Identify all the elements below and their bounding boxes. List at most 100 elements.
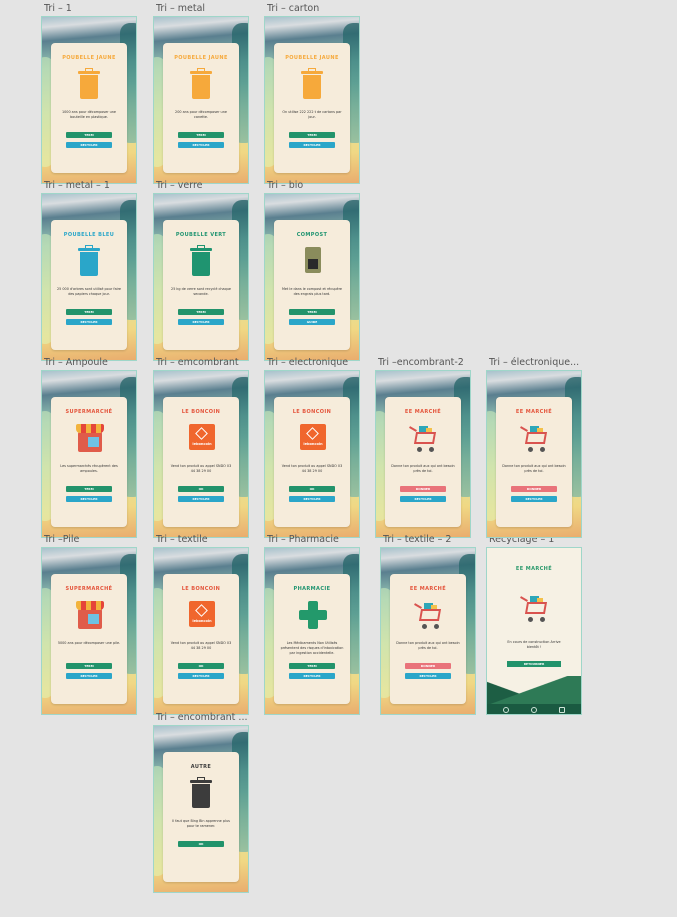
card-message: Vend ton produit ou appel SNDO 03 44 38 … xyxy=(281,464,343,474)
primary-button[interactable]: TERM xyxy=(289,132,335,138)
phone-screen: EE MARCHÉ Donne ton produit aux qui ont … xyxy=(380,547,476,715)
bottom-nav xyxy=(487,704,581,714)
board-title: Tri –Pile xyxy=(44,534,80,545)
primary-button[interactable]: TERM xyxy=(178,132,224,138)
card-message: 25 kg de verre sont recyclé chaque secon… xyxy=(171,287,231,297)
phone-screen: POUBELLE JAUNE On utilise 222 222 t de c… xyxy=(264,16,360,184)
recycle-button[interactable]: RECYCLER xyxy=(66,319,112,325)
info-card: POUBELLE BLEU 25 000 d'arbres sont utili… xyxy=(51,220,127,350)
board-title: Tri – metal xyxy=(156,3,206,14)
info-card: POUBELLE VERT 25 kg de verre sont recycl… xyxy=(163,220,239,350)
card-message: 200 ans pour décomposer une canette. xyxy=(175,110,227,120)
primary-button[interactable]: TERM xyxy=(66,486,112,492)
info-card: LE BONCOIN leboncoin Vend ton produit ou… xyxy=(163,397,239,527)
info-card: POUBELLE JAUNE 1000 ans pour décomposer … xyxy=(51,43,127,173)
primary-button[interactable]: TERM xyxy=(178,309,224,315)
primary-button[interactable]: TERM xyxy=(66,132,112,138)
phone-screen: EE MARCHÉ En cours de construction Arriv… xyxy=(486,547,582,715)
primary-button[interactable]: TERM xyxy=(289,309,335,315)
card-message: Il faut que Bing Bin apprenne plus pour … xyxy=(172,819,230,829)
recycle-button[interactable]: GUIDE xyxy=(289,319,335,325)
card-title: EE MARCHÉ xyxy=(404,409,442,415)
info-card: LE BONCOIN leboncoin Vend ton produit ou… xyxy=(274,397,350,527)
card-title: AUTRE xyxy=(190,764,212,770)
card-message: 25 000 d'arbres sont utilisé pour faire … xyxy=(57,287,121,297)
return-button[interactable]: RETOURNER xyxy=(507,661,561,667)
recycle-button[interactable]: RECYCLER xyxy=(178,496,224,502)
phone-screen: PHARMACIE Les Médicaments Non Utilisés p… xyxy=(264,547,360,715)
card-title: PHARMACIE xyxy=(293,586,331,592)
card-title: LE BONCOIN xyxy=(181,409,221,415)
recycle-button[interactable]: RECYCLER xyxy=(178,142,224,148)
card-message: Vend ton produit ou appel SNDO 03 44 38 … xyxy=(170,641,232,651)
board-title: Tri – metal – 1 xyxy=(44,180,110,191)
phone-screen: LE BONCOIN leboncoin Vend ton produit ou… xyxy=(153,370,249,538)
info-card: AUTRE Il faut que Bing Bin apprenne plus… xyxy=(163,752,239,882)
recycle-button[interactable]: RECYCLER xyxy=(400,496,446,502)
card-message: Vend ton produit ou appel SNDO 03 44 38 … xyxy=(170,464,232,474)
card-title: COMPOST xyxy=(296,232,328,238)
compost-bin-icon xyxy=(297,245,327,277)
info-card: COMPOST Met le dans le compost et récupè… xyxy=(274,220,350,350)
card-title: POUBELLE JAUNE xyxy=(285,55,339,61)
cart-icon xyxy=(408,422,438,454)
green-bin-icon xyxy=(186,245,216,277)
yellow-bin-icon xyxy=(74,68,104,100)
recycle-button[interactable]: RECYCLER xyxy=(511,496,557,502)
phone-screen: POUBELLE JAUNE 1000 ans pour décomposer … xyxy=(41,16,137,184)
board-title: Tri –encombrant-2 xyxy=(378,357,464,368)
recycle-button[interactable]: RECYCLER xyxy=(178,319,224,325)
store-icon xyxy=(74,599,104,631)
info-card: POUBELLE JAUNE 200 ans pour décomposer u… xyxy=(163,43,239,173)
circle-icon[interactable] xyxy=(531,707,537,713)
phone-screen: COMPOST Met le dans le compost et récupè… xyxy=(264,193,360,361)
primary-button[interactable]: TERM xyxy=(289,663,335,669)
cart-icon xyxy=(519,422,549,454)
phone-screen: AUTRE Il faut que Bing Bin apprenne plus… xyxy=(153,725,249,893)
card-title: EE MARCHÉ xyxy=(515,566,553,572)
home-icon[interactable] xyxy=(503,707,509,713)
primary-button[interactable]: OK xyxy=(178,486,224,492)
board-title: Tri – bio xyxy=(267,180,304,191)
primary-button[interactable]: OK xyxy=(178,841,224,847)
primary-button[interactable]: TERM xyxy=(66,309,112,315)
card-title: POUBELLE VERT xyxy=(175,232,227,238)
phone-screen: EE MARCHÉ Donne ton produit aux qui ont … xyxy=(375,370,471,538)
recycle-button[interactable]: RECYCLER xyxy=(289,142,335,148)
card-message: Met le dans le compost et récupère des e… xyxy=(281,287,343,297)
info-card: EE MARCHÉ Donne ton produit aux qui ont … xyxy=(385,397,461,527)
recycle-button[interactable]: RECYCLER xyxy=(405,673,451,679)
recycle-button[interactable]: RECYCLER xyxy=(66,142,112,148)
recycle-button[interactable]: RECYCLER xyxy=(66,673,112,679)
leboncoin-icon: leboncoin xyxy=(186,422,216,454)
card-message: Donne ton produit aux qui ont besoin prè… xyxy=(396,641,460,651)
card-title: EE MARCHÉ xyxy=(409,586,447,592)
blue-bin-icon xyxy=(74,245,104,277)
board-title: Tri – électronique... xyxy=(489,357,580,368)
pharmacy-cross-icon xyxy=(297,599,327,631)
card-title: LE BONCOIN xyxy=(181,586,221,592)
recycle-button[interactable]: RECYCLER xyxy=(289,496,335,502)
phone-screen: POUBELLE BLEU 25 000 d'arbres sont utili… xyxy=(41,193,137,361)
card-title: EE MARCHÉ xyxy=(515,409,553,415)
recycle-button[interactable]: RECYCLER xyxy=(178,673,224,679)
board-title: Tri – Ampoule xyxy=(44,357,108,368)
yellow-bin-icon xyxy=(297,68,327,100)
cart-icon xyxy=(413,599,443,631)
primary-button[interactable]: DONNER xyxy=(405,663,451,669)
primary-button[interactable]: OK xyxy=(289,486,335,492)
store-icon xyxy=(74,422,104,454)
board-title: Tri – textile – 2 xyxy=(383,534,452,545)
phone-screen: POUBELLE VERT 25 kg de verre sont recycl… xyxy=(153,193,249,361)
primary-button[interactable]: DONNER xyxy=(400,486,446,492)
phone-screen: SUPERMARCHÉ Les supermarchés récupèrent … xyxy=(41,370,137,538)
info-card: SUPERMARCHÉ 5000 ans pour décomposer une… xyxy=(51,574,127,704)
card-title: POUBELLE JAUNE xyxy=(62,55,116,61)
primary-button[interactable]: OK xyxy=(178,663,224,669)
recycle-button[interactable]: RECYCLER xyxy=(289,673,335,679)
square-icon[interactable] xyxy=(559,707,565,713)
primary-button[interactable]: DONNER xyxy=(511,486,557,492)
card-title: SUPERMARCHÉ xyxy=(65,586,113,592)
recycle-button[interactable]: RECYCLER xyxy=(66,496,112,502)
primary-button[interactable]: TERM xyxy=(66,663,112,669)
